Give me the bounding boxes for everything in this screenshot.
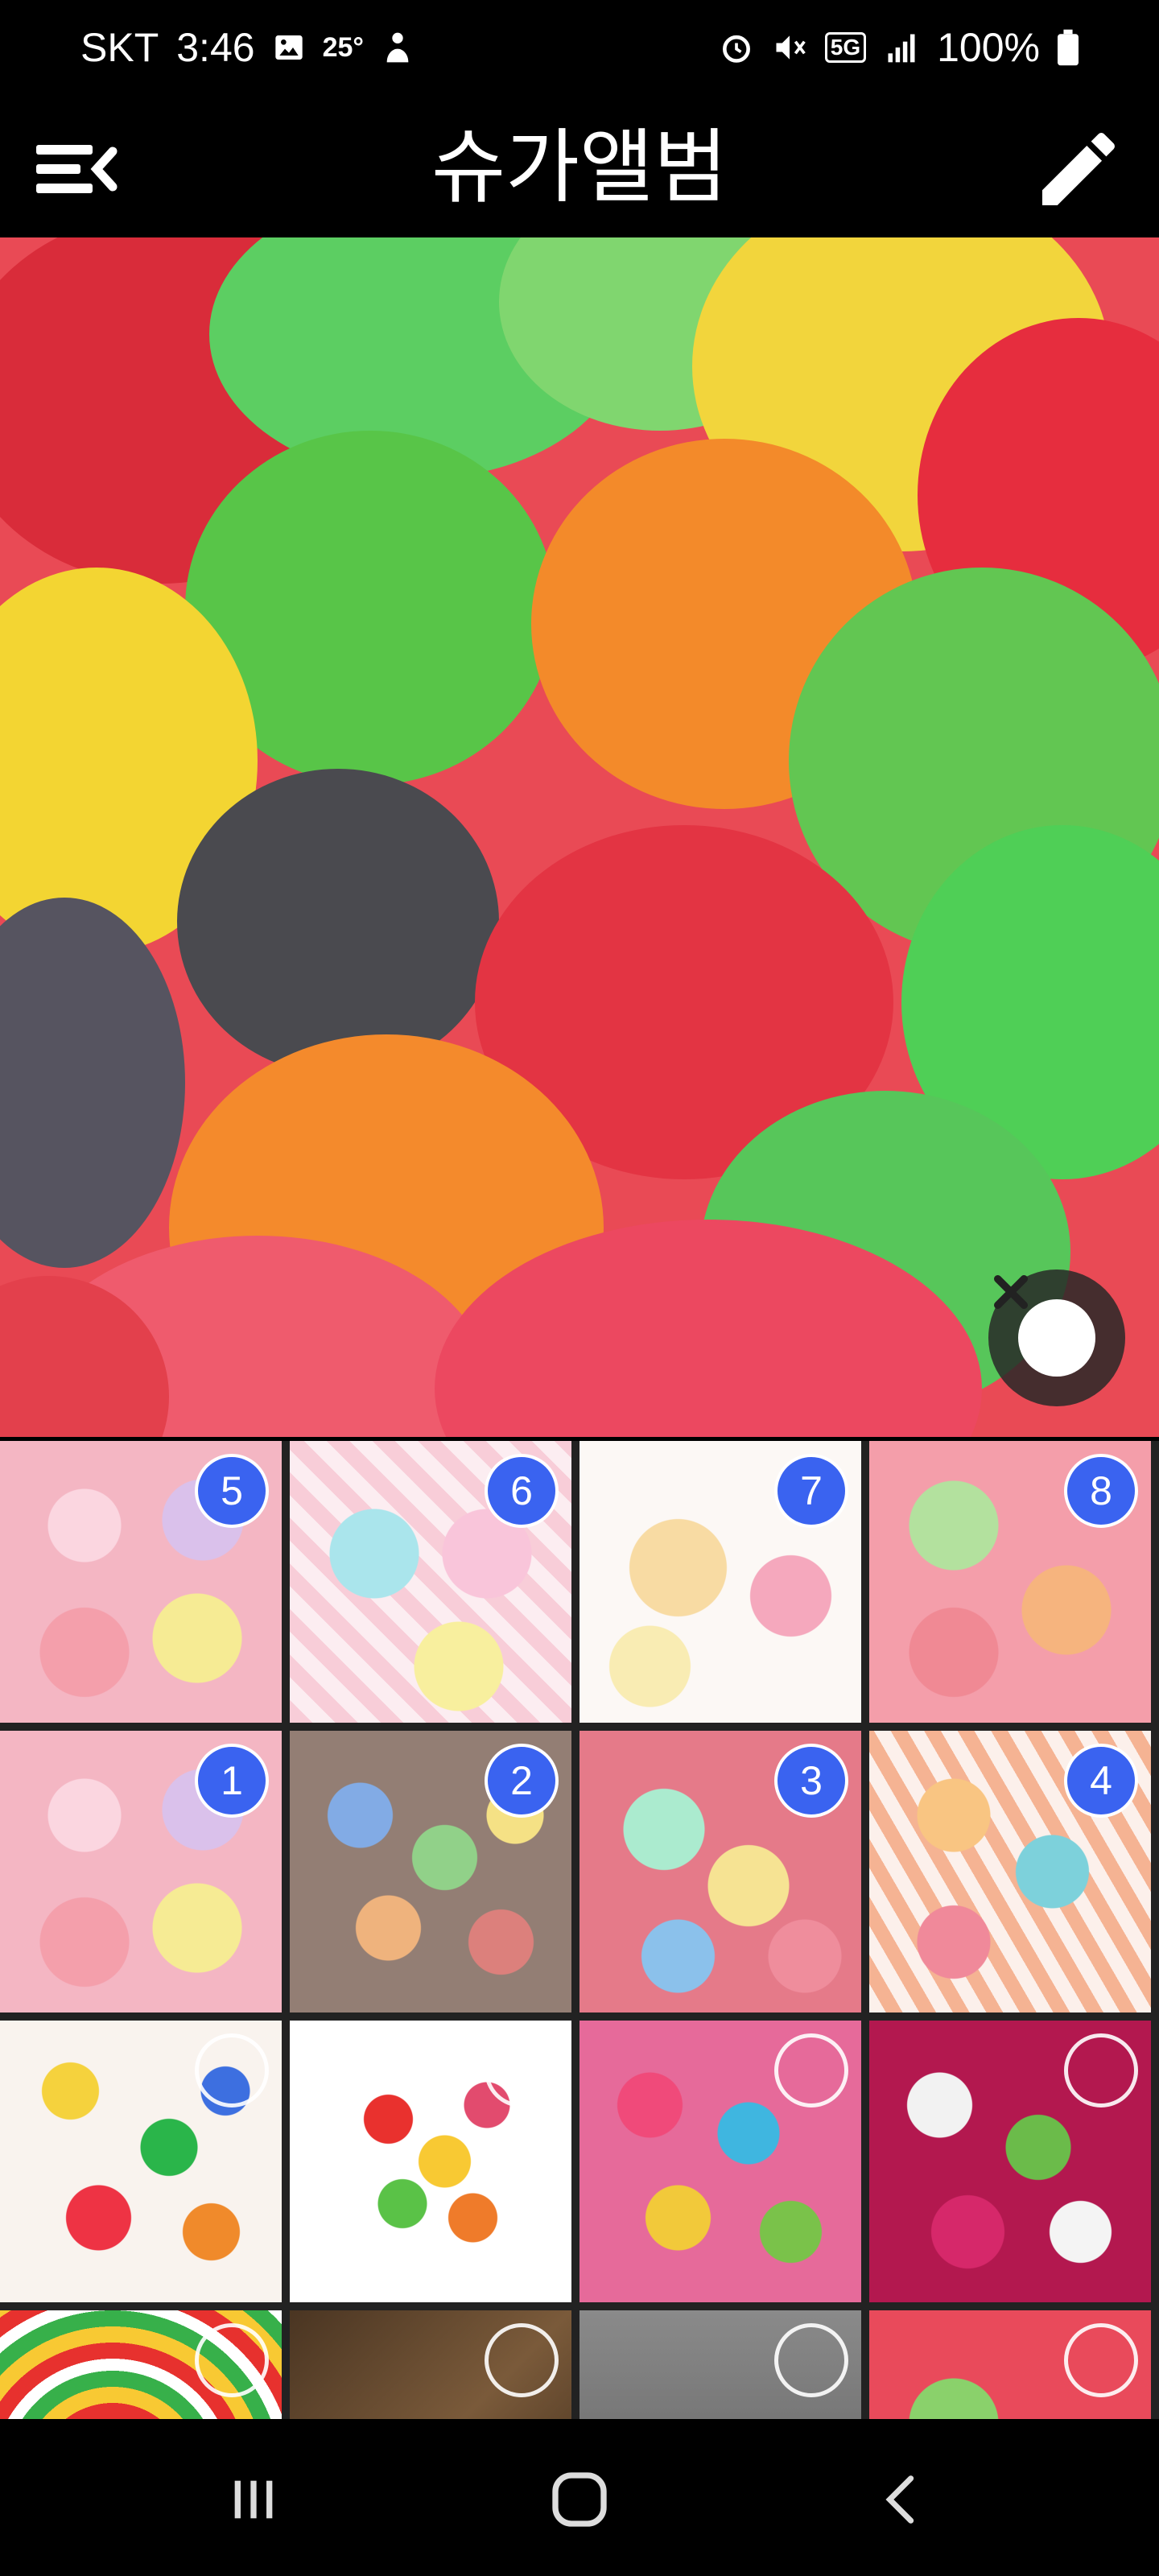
selection-badge: 4 bbox=[1064, 1744, 1138, 1818]
photo-tile[interactable]: 5 bbox=[0, 1441, 282, 1723]
status-left: SKT 3:46 25° bbox=[80, 24, 414, 71]
photo-tile[interactable] bbox=[290, 2310, 571, 2419]
selection-badge: 2 bbox=[485, 1744, 559, 1818]
home-button[interactable] bbox=[531, 2459, 628, 2540]
photo-tile[interactable] bbox=[869, 2310, 1151, 2419]
person-icon bbox=[382, 30, 414, 65]
photo-tile[interactable]: 3 bbox=[580, 1731, 861, 2013]
battery-icon bbox=[1058, 29, 1079, 66]
recent-apps-button[interactable] bbox=[205, 2459, 302, 2540]
mute-icon bbox=[772, 30, 807, 65]
clock: 3:46 bbox=[176, 25, 255, 70]
close-button[interactable] bbox=[988, 1269, 1125, 1406]
back-button[interactable] bbox=[853, 2459, 950, 2540]
pencil-icon bbox=[1042, 132, 1116, 205]
photo-tile[interactable] bbox=[0, 2021, 282, 2302]
temperature-label: 25° bbox=[322, 31, 364, 63]
home-icon bbox=[552, 2472, 607, 2527]
status-right: 5G 100% bbox=[719, 24, 1079, 71]
selection-circle[interactable] bbox=[1064, 2033, 1138, 2107]
back-icon bbox=[885, 2475, 914, 2524]
close-icon bbox=[994, 1275, 1095, 1377]
photo-tile[interactable]: 8 bbox=[869, 1441, 1151, 1723]
photo-tile[interactable] bbox=[0, 2310, 282, 2419]
selection-badge: 6 bbox=[485, 1454, 559, 1528]
photo-tile[interactable] bbox=[580, 2021, 861, 2302]
app-title: 슈가앨범 bbox=[431, 120, 728, 214]
selection-circle[interactable] bbox=[1064, 2323, 1138, 2397]
selection-circle[interactable] bbox=[195, 2323, 269, 2397]
photo-tile[interactable] bbox=[580, 2310, 861, 2419]
gumdrops-image bbox=[0, 237, 1159, 1437]
photo-tile[interactable]: 7 bbox=[580, 1441, 861, 1723]
gallery-icon bbox=[273, 31, 305, 64]
selection-badge: 1 bbox=[195, 1744, 269, 1818]
5g-icon: 5G bbox=[824, 32, 867, 63]
battery-label: 100% bbox=[937, 25, 1040, 70]
system-nav-bar bbox=[0, 2419, 1159, 2576]
status-bar: SKT 3:46 25° 5G 100% bbox=[0, 0, 1159, 97]
edit-button[interactable] bbox=[1030, 121, 1127, 217]
photo-tile[interactable] bbox=[869, 2021, 1151, 2302]
photo-tile[interactable]: 6 bbox=[290, 1441, 571, 1723]
recent-apps-icon bbox=[234, 2480, 273, 2519]
app-bar: 슈가앨범 bbox=[0, 97, 1159, 237]
photo-tile[interactable]: 2 bbox=[290, 1731, 571, 2013]
selection-badge: 3 bbox=[774, 1744, 848, 1818]
signal-icon bbox=[884, 30, 919, 65]
selected-photo-preview[interactable] bbox=[0, 237, 1159, 1437]
selection-badge: 7 bbox=[774, 1454, 848, 1528]
selection-badge: 8 bbox=[1064, 1454, 1138, 1528]
selection-circle[interactable] bbox=[195, 2033, 269, 2107]
selection-circle[interactable] bbox=[485, 2323, 559, 2397]
selection-circle[interactable] bbox=[774, 2323, 848, 2397]
photo-tile[interactable]: 1 bbox=[0, 1731, 282, 2013]
alarm-icon bbox=[719, 30, 754, 65]
photo-tile[interactable] bbox=[290, 2021, 571, 2302]
carrier-label: SKT bbox=[80, 25, 159, 70]
selection-circle[interactable] bbox=[774, 2033, 848, 2107]
photo-grid: 5 6 7 8 1 2 3 4 bbox=[0, 1441, 1159, 2419]
selection-badge: 5 bbox=[195, 1454, 269, 1528]
selection-circle[interactable] bbox=[485, 2033, 559, 2107]
photo-tile[interactable]: 4 bbox=[869, 1731, 1151, 2013]
